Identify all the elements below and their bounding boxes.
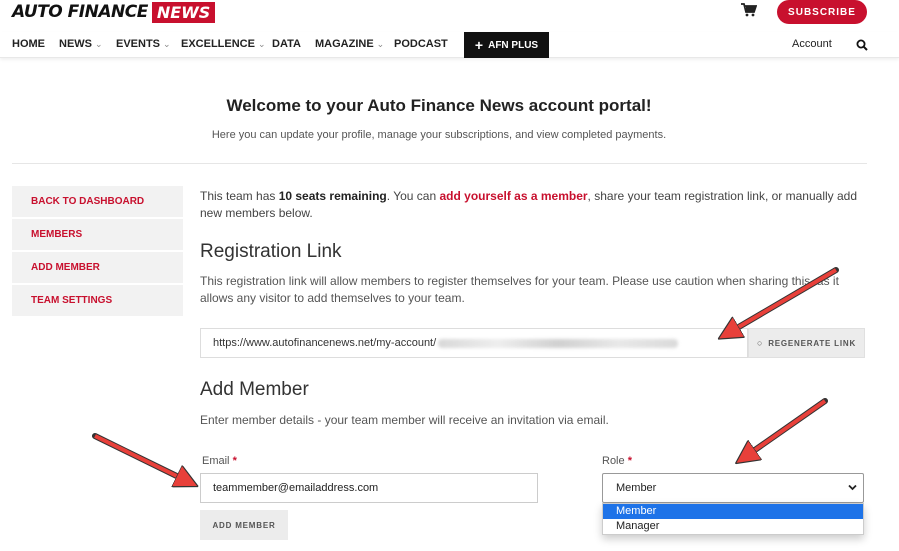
- nav-events[interactable]: EVENTS ⌄: [116, 38, 171, 50]
- regenerate-link-button[interactable]: ○ REGENERATE LINK: [748, 328, 865, 358]
- role-select-value: Member: [616, 482, 657, 494]
- sidebar-item-team-settings[interactable]: TEAM SETTINGS: [12, 285, 183, 316]
- plus-icon: +: [474, 37, 484, 53]
- page-title: Welcome to your Auto Finance News accoun…: [226, 96, 652, 115]
- registration-heading: Registration Link: [200, 241, 342, 262]
- logo-news-badge: NEWS: [151, 1, 216, 23]
- chevron-down-icon: ⌄: [95, 39, 103, 49]
- cart-icon[interactable]: [741, 3, 757, 17]
- registration-link-row: https://www.autofinancenews.net/my-accou…: [200, 328, 865, 358]
- role-option-manager[interactable]: Manager: [603, 519, 863, 534]
- refresh-icon: ○: [756, 338, 764, 348]
- account-sidebar: BACK TO DASHBOARD MEMBERS ADD MEMBER TEA…: [12, 186, 183, 318]
- required-marker: *: [232, 455, 237, 467]
- add-member-button[interactable]: ADD MEMBER: [200, 510, 288, 540]
- regenerate-link-label: REGENERATE LINK: [768, 338, 857, 348]
- nav-home[interactable]: HOME: [12, 38, 45, 50]
- chevron-down-icon: ⌄: [257, 39, 266, 49]
- sidebar-item-add-member[interactable]: ADD MEMBER: [12, 252, 183, 283]
- nav-podcast-label: PODCAST: [394, 38, 448, 50]
- add-member-description: Enter member details - your team member …: [200, 413, 609, 427]
- afn-plus-button[interactable]: + AFN PLUS: [464, 32, 549, 58]
- nav-account[interactable]: Account: [792, 38, 832, 50]
- seats-info: This team has 10 seats remaining. You ca…: [200, 188, 868, 222]
- chevron-down-icon: [848, 484, 857, 491]
- redacted-token: [438, 338, 679, 348]
- add-yourself-link[interactable]: add yourself as a member: [439, 189, 587, 203]
- nav-data[interactable]: DATA: [272, 38, 301, 50]
- page-subtitle: Here you can update your profile, manage…: [211, 129, 667, 141]
- seats-remaining: 10 seats remaining: [278, 189, 387, 203]
- registration-link-field[interactable]: https://www.autofinancenews.net/my-accou…: [200, 328, 748, 358]
- seats-prefix: This team has: [200, 189, 279, 203]
- nav-data-label: DATA: [272, 38, 301, 50]
- nav-magazine[interactable]: MAGAZINE ⌄: [315, 38, 384, 50]
- nav-home-label: HOME: [12, 38, 45, 50]
- nav-excellence[interactable]: EXCELLENCE ⌄: [181, 38, 266, 50]
- site-logo[interactable]: AUTO FINANCE NEWS: [12, 1, 216, 23]
- chevron-down-icon: ⌄: [163, 39, 171, 49]
- role-select[interactable]: Member: [602, 473, 864, 503]
- logo-text: AUTO FINANCE: [12, 2, 148, 22]
- seats-mid: . You can: [386, 189, 440, 203]
- nav-news-label: NEWS: [59, 38, 92, 50]
- email-label-text: Email: [202, 455, 230, 467]
- nav-podcast[interactable]: PODCAST: [394, 38, 448, 50]
- main-nav: HOME NEWS ⌄ EVENTS ⌄ EXCELLENCE ⌄ DATA MAGA…: [0, 32, 899, 58]
- email-label: Email *: [202, 455, 237, 467]
- required-marker: *: [627, 455, 632, 467]
- nav-magazine-label: MAGAZINE: [315, 38, 374, 50]
- arrow-to-email-field: [92, 433, 191, 483]
- subscribe-button[interactable]: SUBSCRIBE: [777, 0, 867, 24]
- role-label: Role *: [602, 455, 632, 467]
- search-icon[interactable]: [856, 39, 868, 51]
- email-field[interactable]: teammember@emailaddress.com: [200, 473, 538, 503]
- sidebar-item-members[interactable]: MEMBERS: [12, 219, 183, 250]
- chevron-down-icon: ⌄: [376, 39, 385, 49]
- afn-plus-label: AFN PLUS: [488, 39, 539, 51]
- registration-link-value: https://www.autofinancenews.net/my-accou…: [213, 337, 437, 349]
- add-member-heading: Add Member: [200, 379, 309, 400]
- divider: [12, 163, 867, 164]
- email-value: teammember@emailaddress.com: [213, 482, 379, 494]
- nav-news[interactable]: NEWS ⌄: [59, 38, 103, 50]
- role-label-text: Role: [602, 455, 625, 467]
- role-option-member[interactable]: Member: [603, 504, 863, 519]
- role-dropdown-menu: Member Manager: [602, 503, 864, 535]
- sidebar-item-back-to-dashboard[interactable]: BACK TO DASHBOARD: [12, 186, 183, 217]
- registration-description: This registration link will allow member…: [200, 274, 839, 305]
- nav-excellence-label: EXCELLENCE: [181, 38, 255, 50]
- nav-events-label: EVENTS: [116, 38, 161, 50]
- arrow-to-role-select: [742, 398, 828, 459]
